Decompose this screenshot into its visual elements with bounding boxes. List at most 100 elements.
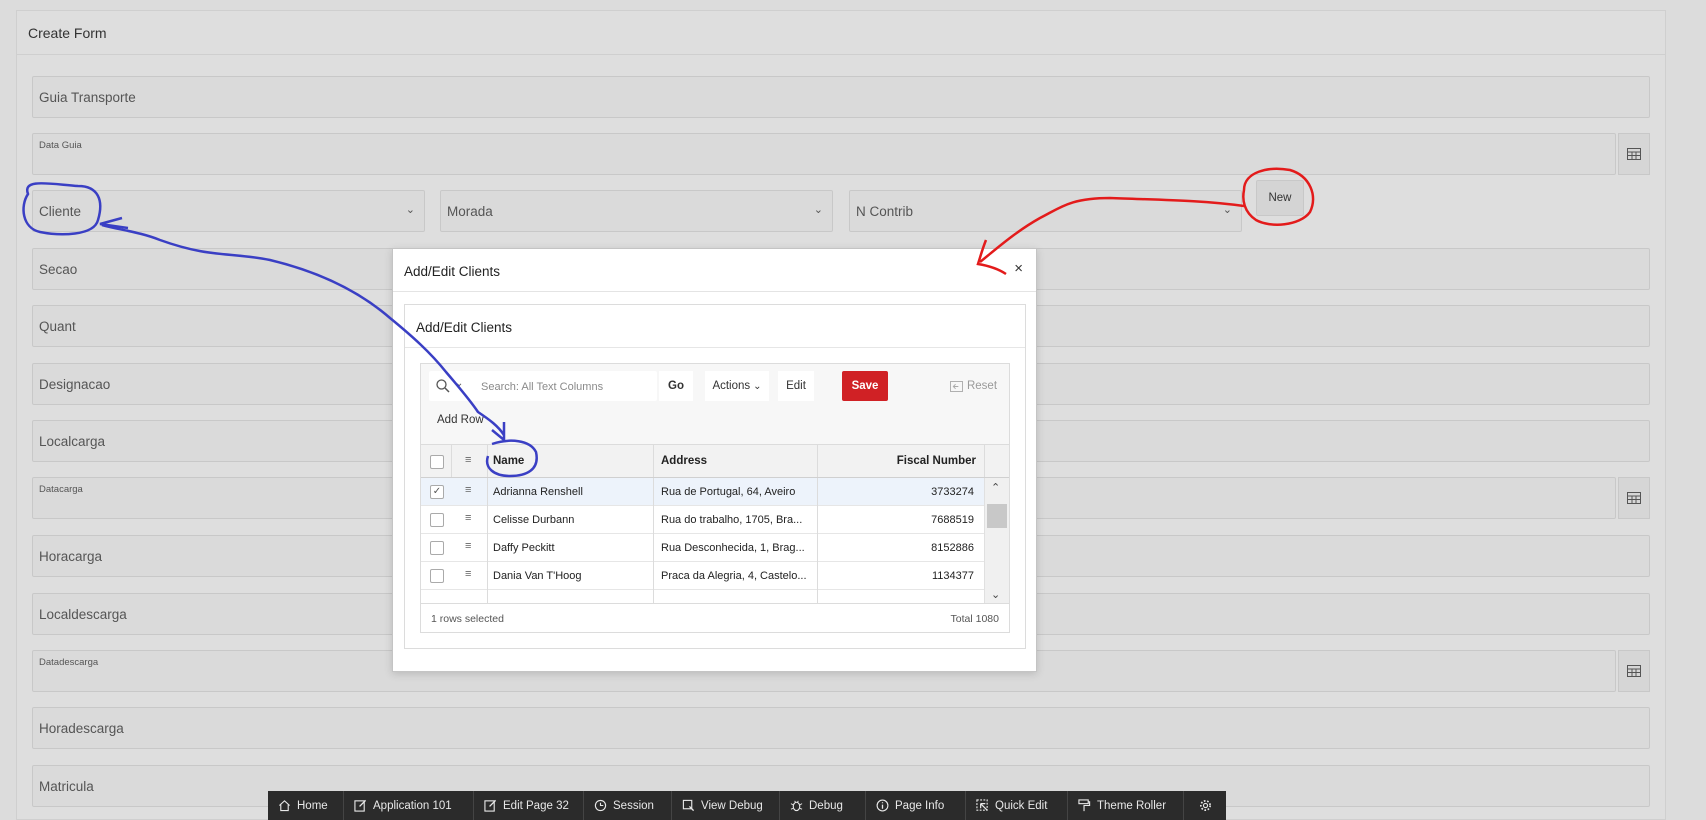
vertical-scrollbar[interactable]: ⌃ ⌄ (984, 478, 1009, 603)
grid-footer: 1 rows selected Total 1080 (421, 603, 1009, 632)
horadescarga-label: Horadescarga (39, 721, 124, 736)
reset-button[interactable]: Reset (946, 371, 1001, 401)
dev-theme-roller-button[interactable]: Theme Roller (1068, 791, 1184, 820)
clients-region-title: Add/Edit Clients (416, 320, 513, 335)
go-button[interactable]: Go (659, 371, 693, 401)
row-checkbox[interactable] (430, 541, 444, 555)
dev-page-info-label: Page Info (895, 799, 945, 812)
cell-address[interactable]: Rua de Portugal, 64, Aveiro (661, 486, 811, 498)
datadescarga-calendar-button[interactable] (1618, 650, 1650, 692)
row-actions-icon[interactable]: ≡ (465, 484, 476, 496)
dev-settings-button[interactable] (1184, 791, 1226, 820)
n-contrib-select[interactable]: N Contrib ⌄ (849, 190, 1242, 232)
table-row[interactable]: ≡ Celisse Durbann Rua do trabalho, 1705,… (421, 506, 984, 534)
quick-edit-icon (976, 799, 988, 811)
dev-debug-button[interactable]: Debug (780, 791, 866, 820)
cell-name[interactable]: Daffy Peckitt (493, 542, 643, 554)
actions-label: Actions (712, 380, 751, 392)
clients-region: Add/Edit Clients ⌄ Go Actions ⌄ Edit Sav… (404, 304, 1026, 649)
edit-page-icon (484, 799, 497, 812)
row-checkbox[interactable]: ✓ (430, 485, 444, 499)
dev-quick-edit-label: Quick Edit (995, 799, 1048, 812)
column-header-address[interactable]: Address (661, 455, 707, 467)
row-actions-icon[interactable]: ≡ (465, 540, 476, 552)
save-button[interactable]: Save (842, 371, 888, 401)
dev-home-label: Home (297, 799, 328, 812)
dev-home-button[interactable]: Home (268, 791, 344, 820)
new-client-button[interactable]: New (1256, 180, 1304, 216)
row-actions-icon[interactable]: ≡ (465, 512, 476, 524)
column-divider (487, 445, 488, 477)
dev-edit-page-button[interactable]: Edit Page 32 (474, 791, 584, 820)
cell-fiscal-number[interactable]: 8152886 (931, 542, 974, 554)
row-checkbox[interactable] (430, 513, 444, 527)
cell-address[interactable]: Rua Desconhecida, 1, Brag... (661, 542, 811, 554)
column-header-fiscal-number[interactable]: Fiscal Number (897, 455, 976, 467)
region-header: Create Form (17, 11, 1665, 55)
dev-application-button[interactable]: Application 101 (344, 791, 474, 820)
matricula-label: Matricula (39, 779, 94, 794)
dialog-title: Add/Edit Clients (404, 264, 501, 279)
cell-name[interactable]: Celisse Durbann (493, 514, 643, 526)
chevron-up-icon[interactable]: ⌃ (991, 481, 1000, 494)
gear-icon (1199, 800, 1211, 811)
calendar-icon (1627, 665, 1641, 677)
column-divider (817, 445, 818, 477)
cell-fiscal-number[interactable]: 1134377 (932, 570, 974, 582)
paint-roller-icon (1078, 799, 1091, 812)
guia-transporte-label: Guia Transporte (39, 90, 136, 105)
localdescarga-label: Localdescarga (39, 607, 127, 622)
table-body: ✓ ≡ Adrianna Renshell Rua de Portugal, 6… (421, 478, 984, 603)
calendar-icon (1627, 148, 1641, 160)
dialog-divider (393, 291, 1036, 292)
table-row[interactable]: ✓ ≡ Adrianna Renshell Rua de Portugal, 6… (421, 478, 984, 506)
cell-fiscal-number[interactable]: 3733274 (931, 486, 974, 498)
chevron-down-icon[interactable]: ⌄ (991, 588, 1000, 601)
datacarga-calendar-button[interactable] (1618, 477, 1650, 519)
dev-debug-label: Debug (809, 799, 843, 812)
column-divider (984, 445, 985, 477)
cliente-select[interactable]: Cliente ⌄ (32, 190, 425, 232)
column-divider (653, 445, 654, 477)
morada-label: Morada (447, 204, 493, 219)
table-row[interactable]: ≡ Daffy Peckitt Rua Desconhecida, 1, Bra… (421, 534, 984, 562)
dev-view-debug-button[interactable]: View Debug (672, 791, 780, 820)
search-icon[interactable] (436, 379, 450, 393)
horadescarga-field[interactable]: Horadescarga (32, 707, 1650, 749)
cell-name[interactable]: Dania Van T'Hoog (493, 570, 643, 582)
cell-name[interactable]: Adrianna Renshell (493, 486, 643, 498)
column-header-name[interactable]: Name (493, 455, 524, 467)
edit-icon (354, 799, 367, 812)
cell-address[interactable]: Rua do trabalho, 1705, Bra... (661, 514, 811, 526)
data-guia-calendar-button[interactable] (1618, 133, 1650, 175)
scrollbar-thumb[interactable] (987, 504, 1007, 528)
table-row[interactable]: ≡ Dania Van T'Hoog Praca da Alegria, 4, … (421, 562, 984, 590)
chevron-down-icon: ⌄ (813, 204, 823, 216)
cell-fiscal-number[interactable]: 7688519 (931, 514, 974, 526)
dev-session-button[interactable]: Session (584, 791, 672, 820)
search-input[interactable] (479, 375, 653, 399)
row-actions-icon[interactable]: ≡ (465, 568, 476, 580)
morada-select[interactable]: Morada ⌄ (440, 190, 833, 232)
row-checkbox[interactable] (430, 569, 444, 583)
actions-menu-button[interactable]: Actions ⌄ (705, 371, 769, 401)
data-guia-field[interactable]: Data Guia (32, 133, 1616, 175)
add-row-button[interactable]: Add Row (429, 405, 499, 435)
dev-quick-edit-button[interactable]: Quick Edit (966, 791, 1068, 820)
dev-page-info-button[interactable]: Page Info (866, 791, 966, 820)
clock-icon (594, 799, 607, 812)
select-all-checkbox[interactable] (430, 455, 444, 469)
info-icon (876, 799, 889, 812)
close-icon[interactable]: × (1014, 260, 1023, 277)
designacao-label: Designacao (39, 377, 111, 392)
chevron-down-icon[interactable]: ⌄ (455, 378, 463, 389)
cell-address[interactable]: Praca da Alegria, 4, Castelo... (661, 570, 811, 582)
reset-label: Reset (966, 380, 998, 392)
region-divider (405, 347, 1025, 348)
calendar-icon (1627, 492, 1641, 504)
cliente-label: Cliente (39, 204, 82, 219)
developer-toolbar: Home Application 101 Edit Page 32 Sessio… (268, 791, 1226, 820)
dev-application-label: Application 101 (373, 799, 452, 812)
edit-button[interactable]: Edit (778, 371, 814, 401)
guia-transporte-field[interactable]: Guia Transporte (32, 76, 1650, 118)
